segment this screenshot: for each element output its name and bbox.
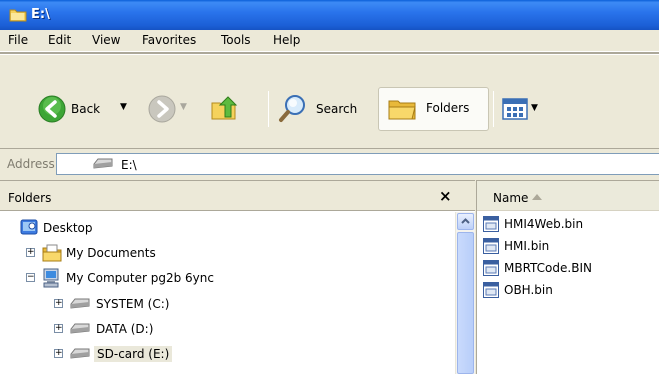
tree-item-desktop[interactable]: Desktop	[20, 218, 220, 238]
expand-icon[interactable]: +	[26, 248, 35, 257]
window-title: E:\	[31, 7, 50, 22]
tree-item-label: DATA (D:)	[96, 322, 154, 336]
file-name: HMI4Web.bin	[504, 217, 584, 231]
bin-file-icon	[483, 238, 499, 254]
toolbar: Back ▼ ▼ Search Folders ▼	[0, 53, 659, 149]
chevron-up-icon	[461, 218, 470, 224]
file-name: OBH.bin	[504, 283, 553, 297]
up-folder-icon[interactable]	[209, 93, 239, 123]
address-bar: Address E:\	[0, 150, 659, 179]
expand-icon[interactable]: +	[54, 324, 63, 333]
search-button[interactable]: Search	[276, 89, 374, 129]
views-button[interactable]: ▼	[500, 93, 552, 125]
menu-view[interactable]: View	[92, 33, 120, 47]
desktop-icon	[20, 219, 38, 235]
expand-icon[interactable]: +	[54, 349, 63, 358]
back-label: Back	[71, 102, 101, 116]
tree-item-label: Desktop	[43, 221, 93, 235]
my-documents-icon	[42, 244, 62, 262]
menu-favorites[interactable]: Favorites	[142, 33, 196, 47]
file-list-pane: Name HMI4Web.bin HMI.bin MBRTCode.BIN OB…	[476, 180, 659, 374]
folder-icon	[9, 9, 27, 22]
bin-file-icon	[483, 216, 499, 232]
scroll-up-button[interactable]	[457, 213, 474, 230]
bin-file-icon	[483, 260, 499, 276]
folders-pane: Folders × Desktop + My Documents − My Co…	[0, 180, 475, 374]
my-computer-icon	[43, 268, 59, 288]
tree-item-label: SYSTEM (C:)	[96, 297, 170, 311]
tree-item-sd-card-drive[interactable]: + SD-card (E:)	[54, 344, 254, 364]
folders-pane-header: Folders ×	[0, 181, 475, 211]
address-field[interactable]: E:\	[56, 153, 659, 175]
expand-icon[interactable]: +	[54, 299, 63, 308]
folders-icon	[388, 100, 416, 120]
tree-item-label: SD-card (E:)	[94, 346, 173, 362]
sort-ascending-icon	[532, 194, 542, 200]
folder-tree: Desktop + My Documents − My Computer pg2…	[0, 212, 455, 374]
bin-file-icon	[483, 282, 499, 298]
drive-icon	[70, 323, 90, 334]
collapse-icon[interactable]: −	[26, 273, 35, 282]
tree-item-label: My Documents	[66, 246, 156, 260]
folders-scrollbar[interactable]	[455, 212, 475, 374]
back-dropdown-icon[interactable]: ▼	[120, 102, 127, 112]
views-icon	[502, 98, 528, 120]
tree-item-data-drive[interactable]: + DATA (D:)	[54, 319, 254, 339]
menu-tools[interactable]: Tools	[221, 33, 251, 47]
search-label: Search	[316, 102, 358, 116]
tree-item-my-documents[interactable]: + My Documents	[26, 243, 246, 263]
tree-item-label: My Computer pg2b 6ync	[66, 271, 214, 285]
title-bar: E:\	[0, 0, 659, 30]
forward-dropdown-icon[interactable]: ▼	[180, 102, 187, 112]
folders-label: Folders	[426, 101, 470, 115]
scroll-thumb[interactable]	[457, 232, 474, 374]
drive-icon	[70, 348, 90, 359]
forward-arrow-icon[interactable]	[148, 95, 176, 123]
back-arrow-icon	[38, 95, 66, 123]
tree-item-system-drive[interactable]: + SYSTEM (C:)	[54, 294, 254, 314]
menu-file[interactable]: File	[8, 33, 28, 47]
menu-edit[interactable]: Edit	[48, 33, 71, 47]
address-value: E:\	[121, 158, 137, 172]
views-dropdown-icon: ▼	[531, 103, 538, 113]
back-button[interactable]: Back ▼	[38, 89, 144, 129]
drive-icon	[70, 298, 90, 309]
file-name: MBRTCode.BIN	[504, 261, 592, 275]
file-name: HMI.bin	[504, 239, 550, 253]
address-label: Address	[7, 157, 55, 171]
close-icon[interactable]: ×	[439, 187, 452, 205]
drive-icon	[93, 158, 113, 169]
tree-item-my-computer[interactable]: − My Computer pg2b 6ync	[26, 268, 286, 288]
menu-help[interactable]: Help	[273, 33, 300, 47]
column-header-name[interactable]: Name	[477, 181, 659, 211]
menu-bar: File Edit View Favorites Tools Help	[0, 30, 659, 52]
search-icon	[279, 95, 305, 122]
column-header-label: Name	[493, 191, 529, 205]
folders-pane-title: Folders	[8, 191, 52, 205]
folders-button[interactable]: Folders	[378, 87, 489, 131]
